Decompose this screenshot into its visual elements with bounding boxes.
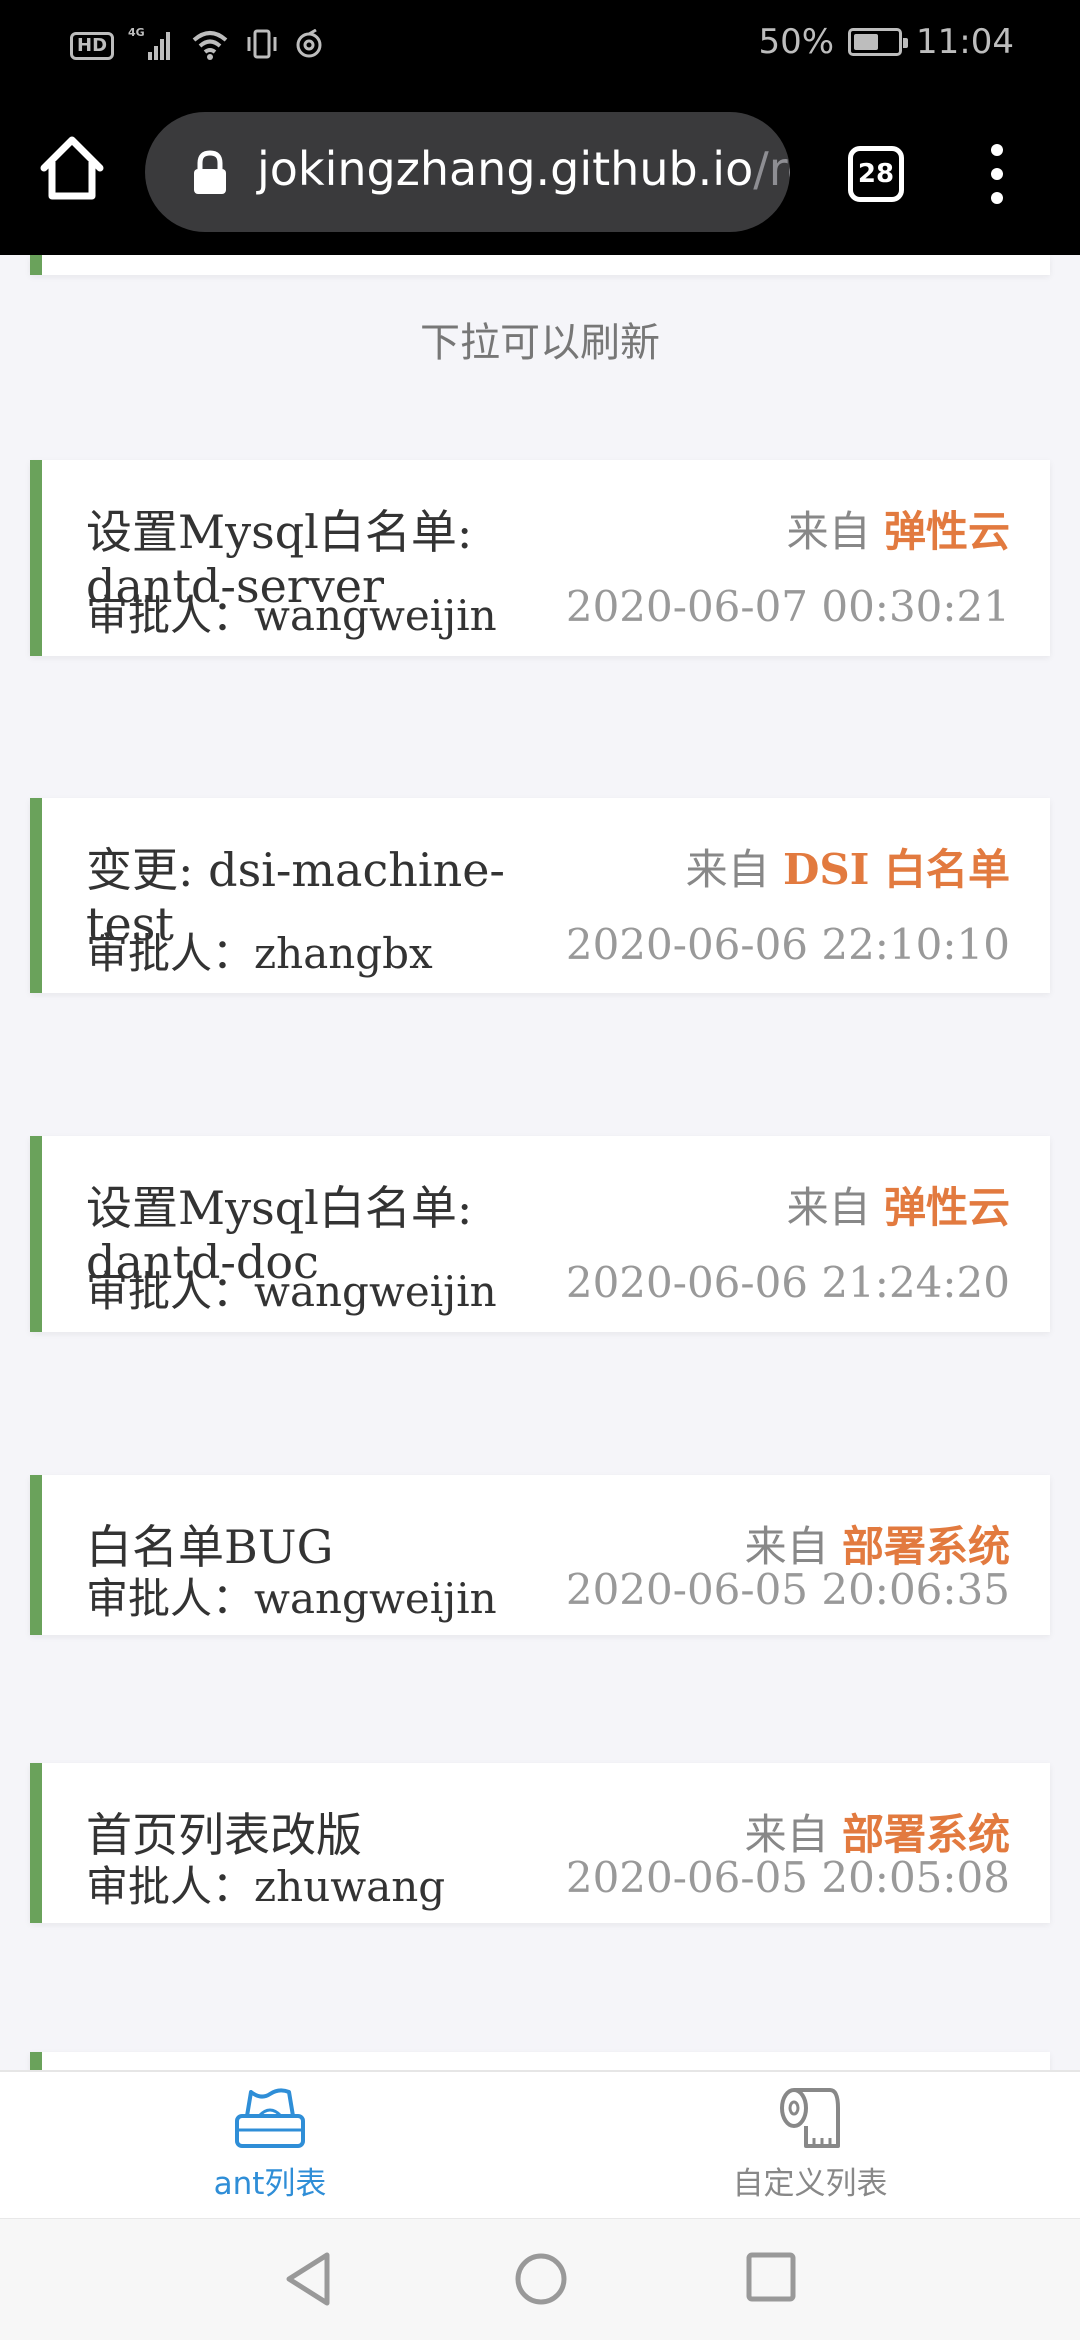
item-approver: 审批人：wangweijin [86,591,497,640]
more-vert-icon[interactable] [982,144,1012,204]
item-source: 来自 DSI 白名单 [685,845,1010,894]
square-recents-icon [746,2252,796,2302]
item-time: 2020-06-06 21:24:20 [565,1258,1010,1307]
url-path: /re [753,142,790,196]
browser-toolbar: jokingzhang.github.io/re 28 [0,90,1080,255]
list-item[interactable]: 设置Mysql白名单: dantd-doc 来自 弹性云 审批人：wangwei… [30,1136,1050,1332]
back-icon [286,2252,330,2306]
list-item-partial-bottom[interactable] [30,2052,1050,2070]
battery-percent: 50% [758,22,835,62]
url-domain: jokingzhang.github.io [257,142,754,196]
vibrate-icon [244,28,280,64]
system-navigation-bar [0,2218,1080,2340]
tab-count: 28 [857,159,895,189]
bottom-tab-bar: ant列表 自定义列表 [0,2070,1080,2218]
list-item[interactable]: 设置Mysql白名单: dantd-server 来自 弹性云 审批人：wang… [30,460,1050,656]
item-approver: 审批人：zhuwang [86,1862,446,1911]
list-item-partial-top[interactable] [30,255,1050,275]
nfc-icon [294,28,324,63]
status-bar: HD 4G 50% 11:04 [0,0,1080,90]
item-time: 2020-06-05 20:06:35 [565,1565,1010,1614]
item-source: 来自 弹性云 [786,507,1010,556]
url-text: jokingzhang.github.io/re [257,142,790,196]
item-source: 来自 弹性云 [786,1183,1010,1232]
address-bar[interactable]: jokingzhang.github.io/re [145,112,790,232]
item-time: 2020-06-07 00:30:21 [565,582,1010,631]
list-item[interactable]: 首页列表改版 来自 部署系统 审批人：zhuwang 2020-06-05 20… [30,1763,1050,1923]
list-item[interactable]: 白名单BUG 来自 部署系统 审批人：wangweijin 2020-06-05… [30,1475,1050,1635]
list-view[interactable]: 下拉可以刷新 设置Mysql白名单: dantd-server 来自 弹性云 审… [0,255,1080,2070]
item-time: 2020-06-05 20:05:08 [565,1853,1010,1902]
toilet-paper-icon [780,2088,840,2148]
battery-icon [848,28,909,56]
item-approver: 审批人：wangweijin [86,1574,497,1623]
clock: 11:04 [916,22,1014,62]
tab-custom-list[interactable]: 自定义列表 [540,2072,1080,2220]
item-approver: 审批人：zhangbx [86,929,433,978]
home-nav-button[interactable] [513,2251,569,2311]
hd-badge: HD [70,32,115,60]
circle-home-icon [515,2253,567,2305]
network-type: 4G [128,26,145,39]
status-icons-right: 50% 11:04 [758,22,1014,62]
lock-icon [194,150,226,194]
recents-button[interactable] [745,2251,797,2307]
item-time: 2020-06-06 22:10:10 [565,920,1010,969]
battery-level-fill [854,34,879,50]
tab-label: 自定义列表 [732,2166,888,2202]
back-button[interactable] [283,2251,333,2311]
pull-to-refresh-hint: 下拉可以刷新 [420,320,660,366]
wifi-icon [190,28,230,64]
home-button[interactable] [36,132,108,204]
tissue-box-icon [235,2088,305,2148]
status-icons-left: HD 4G [70,26,324,66]
tab-switcher-button[interactable]: 28 [848,146,904,202]
item-approver: 审批人：wangweijin [86,1267,497,1316]
tab-label: ant列表 [213,2166,327,2202]
home-icon [40,136,104,200]
tab-ant-list[interactable]: ant列表 [0,2072,540,2220]
signal-icon: 4G [128,26,176,66]
list-item[interactable]: 变更: dsi-machine-test 来自 DSI 白名单 审批人：zhan… [30,798,1050,993]
